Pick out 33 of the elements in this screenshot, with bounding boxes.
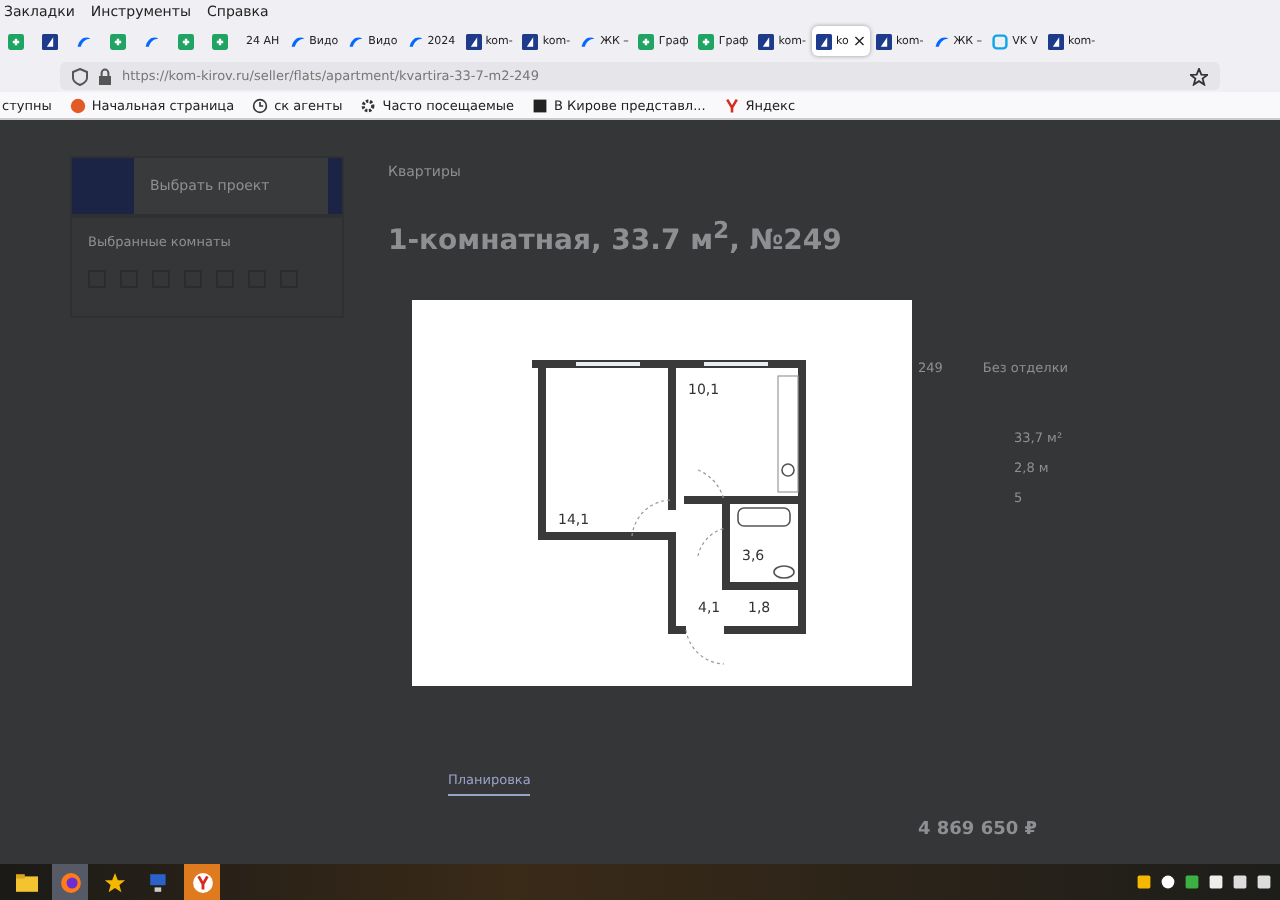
letter-y-icon <box>723 97 740 113</box>
swoosh-icon <box>144 33 160 49</box>
price: 4 869 650 ₽ <box>918 820 1039 840</box>
side-bar-handle[interactable] <box>328 158 342 214</box>
triangle-tile-icon <box>522 33 539 49</box>
triangle-tile-icon <box>758 33 775 49</box>
shield-icon <box>72 67 88 85</box>
settings-icon <box>360 97 377 113</box>
triangle-tile-icon <box>1047 33 1064 49</box>
swoosh-icon <box>348 33 365 49</box>
triangle-tile-icon <box>876 33 893 49</box>
swoosh-icon <box>76 33 92 49</box>
swoosh-icon <box>580 33 597 49</box>
plus-tile-icon <box>698 33 715 49</box>
apartment-title: 1-комнатная, 33.7 м$^{2}$, №249 <box>388 216 844 258</box>
triangle-tile-icon <box>42 33 58 49</box>
plus-tile-icon <box>212 33 228 49</box>
plus-tile-icon <box>178 33 194 49</box>
plus-tile-icon <box>110 33 126 49</box>
clock-icon <box>252 97 269 113</box>
logo-icon <box>72 158 134 214</box>
plus-tile-icon <box>638 33 655 49</box>
rounded-square-icon <box>992 33 1009 49</box>
square-icon <box>532 97 549 113</box>
triangle-tile-icon <box>465 33 482 49</box>
swoosh-icon <box>933 33 950 49</box>
swoosh-icon <box>407 33 424 49</box>
letter-y-icon[interactable] <box>184 864 220 900</box>
lock-icon <box>98 67 112 85</box>
swoosh-icon <box>289 33 306 49</box>
plus-tile-icon <box>8 33 24 49</box>
triangle-tile-icon <box>815 33 832 49</box>
close-icon[interactable]: × <box>852 32 867 50</box>
